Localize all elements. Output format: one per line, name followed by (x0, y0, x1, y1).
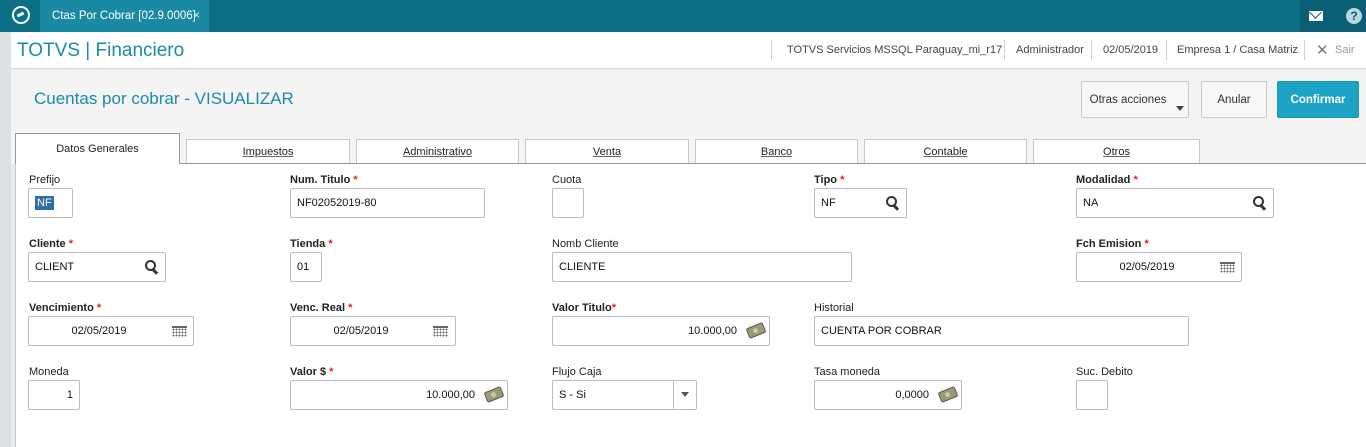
date-label: 02/05/2019 (1103, 44, 1159, 56)
moneda-field[interactable]: 1 (28, 380, 80, 410)
historial-label: Historial (814, 302, 854, 314)
environment-label: TOTVS Servicios MSSQL Paraguay_mi_r17 (787, 44, 1003, 56)
tab-administrativo[interactable]: Administrativo (356, 139, 519, 164)
divider (771, 40, 772, 60)
tab-banco[interactable]: Banco (695, 139, 858, 164)
left-strip (0, 32, 11, 447)
nomb-cliente-label: Nomb Cliente (552, 238, 619, 250)
tab-venta[interactable]: Venta (525, 139, 689, 164)
page-title: Cuentas por cobrar - VISUALIZAR (34, 89, 294, 108)
prefijo-field[interactable]: NF (28, 188, 73, 218)
tab-impuestos[interactable]: Impuestos (186, 139, 350, 164)
historial-field[interactable]: CUENTA POR COBRAR (814, 316, 1189, 346)
calendar-icon[interactable] (1220, 262, 1235, 273)
tienda-label: Tienda * (290, 238, 333, 250)
search-icon[interactable] (145, 260, 157, 272)
venc-real-label: Venc. Real * (290, 302, 353, 314)
window-tab-label: Ctas Por Cobrar [02.9.0006] (52, 10, 196, 22)
help-icon[interactable]: ? (1346, 8, 1362, 24)
num-titulo-label: Num. Titulo * (290, 174, 358, 186)
exit-link[interactable]: Sair (1335, 44, 1355, 56)
valor-dolar-field[interactable]: 10.000,00 (290, 380, 508, 410)
vencimiento-label: Vencimiento * (29, 302, 102, 314)
cuota-field[interactable] (552, 188, 584, 218)
suc-debito-field[interactable] (1076, 380, 1108, 410)
valor-dolar-label: Valor $ * (290, 366, 334, 378)
tab-otros[interactable]: Otros (1033, 139, 1200, 164)
close-icon[interactable]: ✕ (1316, 41, 1329, 59)
moneda-label: Moneda (29, 366, 69, 378)
totvs-logo-icon[interactable] (12, 6, 30, 24)
search-icon[interactable] (1253, 196, 1265, 208)
cancel-button[interactable]: Anular (1201, 81, 1267, 118)
app-title: TOTVS | Financiero (17, 40, 185, 61)
modalidad-label: Modalidad * (1076, 174, 1138, 186)
flujo-caja-label: Flujo Caja (552, 366, 602, 378)
search-icon[interactable] (886, 196, 898, 208)
prefijo-value: NF (35, 196, 54, 210)
chevron-down-icon (1176, 106, 1184, 111)
calendar-icon[interactable] (433, 326, 448, 337)
tienda-field[interactable]: 01 (290, 252, 322, 282)
user-label: Administrador (1016, 44, 1084, 56)
chevron-down-icon[interactable] (673, 380, 697, 410)
divider (1004, 40, 1005, 60)
venc-real-field[interactable]: 02/05/2019 (290, 316, 456, 346)
suc-debito-label: Suc. Debito (1076, 366, 1133, 378)
tasa-moneda-label: Tasa moneda (814, 366, 881, 378)
tab-datos-generales[interactable]: Datos Generales (15, 133, 180, 164)
modalidad-field[interactable]: NA (1076, 188, 1274, 218)
fch-emision-label: Fch Emision * (1076, 238, 1149, 250)
fch-emision-field[interactable]: 02/05/2019 (1076, 252, 1242, 282)
divider (1166, 40, 1167, 60)
company-label: Empresa 1 / Casa Matriz (1177, 44, 1299, 56)
tipo-label: Tipo * (814, 174, 845, 186)
nomb-cliente-field[interactable]: CLIENTE (552, 252, 852, 282)
calendar-icon[interactable] (172, 326, 187, 337)
mail-icon[interactable] (1309, 11, 1323, 21)
vencimiento-field[interactable]: 02/05/2019 (28, 316, 194, 346)
close-tab-icon[interactable]: × (193, 0, 200, 30)
cuota-label: Cuota (552, 174, 582, 186)
window-tab-ctas-por-cobrar[interactable]: Ctas Por Cobrar [02.9.0006] (40, 0, 209, 32)
valor-titulo-label: Valor Titulo* (552, 302, 616, 314)
app-header (0, 32, 1366, 69)
confirm-button[interactable]: Confirmar (1277, 81, 1359, 118)
divider (1091, 40, 1092, 60)
prefijo-label: Prefijo (29, 174, 61, 186)
tab-contable[interactable]: Contable (864, 139, 1027, 164)
divider (1304, 40, 1305, 60)
valor-titulo-field[interactable]: 10.000,00 (552, 316, 770, 346)
num-titulo-field[interactable]: NF02052019-80 (290, 188, 485, 218)
cliente-label: Cliente * (29, 238, 74, 250)
other-actions-button[interactable]: Otras acciones (1081, 81, 1189, 118)
